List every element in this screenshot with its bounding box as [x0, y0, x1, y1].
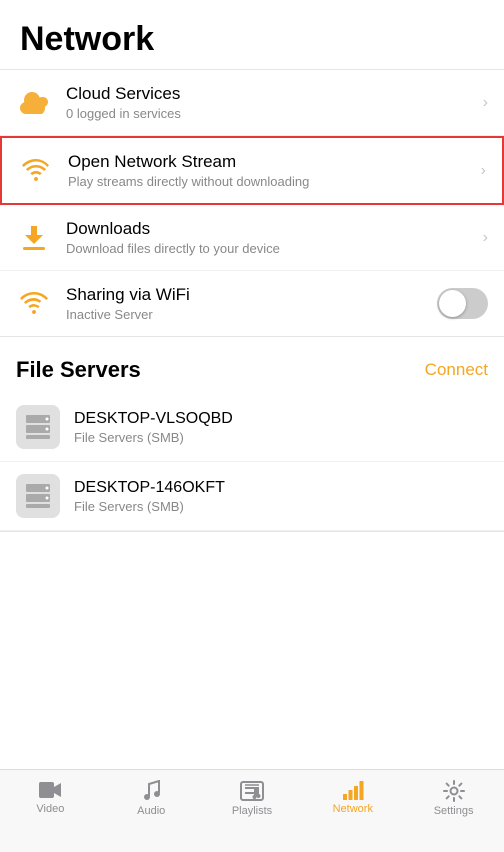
file-servers-title: File Servers	[16, 357, 141, 383]
cloud-services-chevron: ›	[483, 94, 488, 112]
cloud-services-item[interactable]: Cloud Services 0 logged in services ›	[0, 70, 504, 136]
server-1-content: DESKTOP-VLSOQBD File Servers (SMB)	[74, 410, 233, 445]
downloads-item[interactable]: Downloads Download files directly to you…	[0, 205, 504, 271]
server-icon-1	[16, 405, 60, 449]
tab-audio[interactable]: Audio	[101, 780, 202, 817]
server-item-1[interactable]: DESKTOP-VLSOQBD File Servers (SMB)	[0, 393, 504, 462]
downloads-chevron: ›	[483, 229, 488, 247]
tab-playlists-label: Playlists	[232, 805, 272, 817]
tab-video[interactable]: Video	[0, 780, 101, 815]
sharing-wifi-title: Sharing via WiFi	[66, 285, 429, 305]
tab-video-label: Video	[36, 803, 64, 815]
open-network-stream-content: Open Network Stream Play streams directl…	[68, 152, 473, 189]
tab-settings-label: Settings	[434, 805, 474, 817]
server-item-2[interactable]: DESKTOP-146OKFT File Servers (SMB)	[0, 462, 504, 531]
connect-button[interactable]: Connect	[425, 360, 488, 380]
downloads-subtitle: Download files directly to your device	[66, 241, 475, 256]
sharing-toggle-container	[437, 288, 488, 319]
tab-playlists[interactable]: Playlists	[202, 780, 303, 817]
cloud-services-content: Cloud Services 0 logged in services	[66, 84, 475, 121]
toggle-knob	[439, 290, 466, 317]
server-2-name: DESKTOP-146OKFT	[74, 479, 225, 497]
sharing-wifi-subtitle: Inactive Server	[66, 307, 429, 322]
open-network-stream-title: Open Network Stream	[68, 152, 473, 172]
music-icon	[141, 780, 161, 802]
file-servers-header: File Servers Connect	[0, 337, 504, 393]
sharing-wifi-item[interactable]: Sharing via WiFi Inactive Server	[0, 271, 504, 336]
file-servers-section: File Servers Connect DESKTOP-VLSOQBD Fil…	[0, 337, 504, 532]
wifi-stream-icon	[18, 153, 54, 189]
cloud-services-subtitle: 0 logged in services	[66, 106, 475, 121]
server-2-content: DESKTOP-146OKFT File Servers (SMB)	[74, 479, 225, 514]
open-network-stream-item[interactable]: Open Network Stream Play streams directl…	[0, 136, 504, 205]
downloads-content: Downloads Download files directly to you…	[66, 219, 475, 256]
server-1-type: File Servers (SMB)	[74, 430, 233, 445]
menu-section: Cloud Services 0 logged in services › Op…	[0, 70, 504, 337]
page-title: Network	[20, 20, 484, 59]
server-icon-2	[16, 474, 60, 518]
open-network-stream-chevron: ›	[481, 162, 486, 180]
page-header: Network	[0, 0, 504, 70]
cloud-services-title: Cloud Services	[66, 84, 475, 104]
server-2-type: File Servers (SMB)	[74, 499, 225, 514]
cloud-icon	[16, 85, 52, 121]
tab-settings[interactable]: Settings	[403, 780, 504, 817]
sharing-wifi-content: Sharing via WiFi Inactive Server	[66, 285, 429, 322]
wifi-icon	[16, 286, 52, 322]
server-1-name: DESKTOP-VLSOQBD	[74, 410, 233, 428]
tab-network-label: Network	[333, 803, 373, 815]
downloads-title: Downloads	[66, 219, 475, 239]
gear-icon	[443, 780, 465, 802]
open-network-stream-subtitle: Play streams directly without downloadin…	[68, 174, 473, 189]
download-icon	[16, 220, 52, 256]
playlists-icon	[240, 780, 264, 802]
video-icon	[38, 780, 62, 800]
tab-bar: Video Audio Playlists	[0, 769, 504, 852]
network-icon	[342, 780, 364, 800]
tab-network[interactable]: Network	[302, 780, 403, 815]
sharing-wifi-toggle[interactable]	[437, 288, 488, 319]
tab-audio-label: Audio	[137, 805, 165, 817]
